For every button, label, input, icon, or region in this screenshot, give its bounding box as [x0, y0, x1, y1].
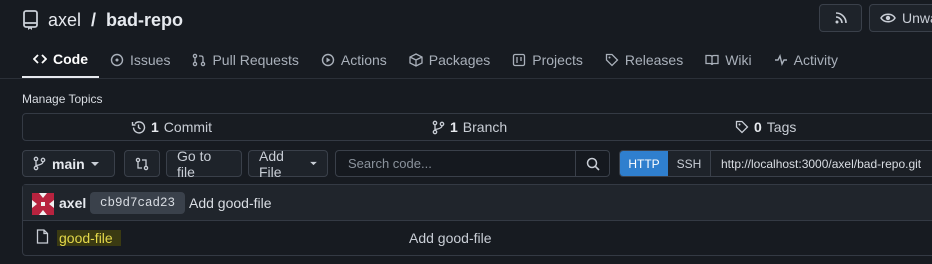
issue-icon	[110, 53, 124, 67]
chevron-down-icon	[310, 161, 317, 166]
eye-icon	[880, 11, 896, 25]
tab-issues[interactable]: Issues	[99, 42, 181, 78]
rss-feed-button[interactable]	[819, 4, 862, 32]
tags-count: 0	[754, 119, 762, 135]
package-icon	[409, 53, 423, 67]
book-icon	[705, 53, 719, 67]
add-file-button[interactable]: Add File	[248, 147, 328, 180]
branch-name: main	[52, 155, 85, 172]
branches-count: 1	[450, 119, 458, 135]
commits-label: Commit	[163, 119, 213, 135]
tab-releases[interactable]: Releases	[594, 42, 694, 78]
file-commit-message-link[interactable]: Add good-file	[409, 230, 492, 246]
file-name-link[interactable]: good-file	[57, 230, 121, 246]
tab-wiki-label: Wiki	[725, 52, 752, 68]
project-icon	[512, 53, 526, 67]
commit-message-link[interactable]: Add good-file	[189, 195, 272, 211]
branch-icon	[33, 156, 46, 171]
code-search	[335, 150, 610, 177]
tab-projects[interactable]: Projects	[501, 42, 594, 78]
commit-sha-badge[interactable]: cb9d7cad23	[90, 192, 186, 214]
unwatch-button[interactable]: Unwa	[869, 4, 932, 32]
tab-actions-label: Actions	[340, 52, 387, 68]
branches-label: Branch	[462, 119, 508, 135]
repo-stats-bar: 1 Commit 1 Branch 0 Tags	[22, 113, 932, 141]
commit-author-link[interactable]: axel	[59, 195, 86, 211]
tags-label: Tags	[766, 119, 797, 135]
tab-code[interactable]: Code	[22, 42, 99, 78]
tab-activity[interactable]: Activity	[763, 42, 849, 78]
go-to-file-button[interactable]: Go to file	[166, 147, 242, 180]
avatar[interactable]	[32, 193, 54, 215]
search-button[interactable]	[575, 151, 609, 176]
tags-stat[interactable]: 0 Tags	[735, 114, 796, 140]
compare-button[interactable]	[124, 150, 160, 177]
code-icon	[33, 52, 47, 66]
branches-stat[interactable]: 1 Branch	[432, 114, 507, 140]
go-to-file-label: Go to file	[177, 147, 212, 180]
commits-stat[interactable]: 1 Commit	[131, 114, 212, 140]
repo-icon	[22, 10, 40, 30]
repo-title: axel / bad-repo	[22, 6, 183, 34]
manage-topics-link[interactable]: Manage Topics	[22, 92, 103, 106]
history-icon	[131, 120, 146, 135]
repo-separator: /	[91, 9, 97, 30]
rss-icon	[834, 11, 848, 25]
unwatch-label: Unwa	[902, 10, 932, 26]
tab-code-label: Code	[53, 51, 88, 67]
pulse-icon	[774, 53, 788, 67]
tab-actions[interactable]: Actions	[310, 42, 398, 78]
pull-request-icon	[192, 53, 206, 67]
tab-issues-label: Issues	[130, 52, 171, 68]
file-table: axel cb9d7cad23 Add good-file good-file …	[22, 184, 932, 256]
clone-url-box: HTTP SSH http://localhost:3000/axel/bad-…	[619, 150, 932, 177]
tab-packages[interactable]: Packages	[398, 42, 501, 78]
tab-activity-label: Activity	[793, 52, 838, 68]
tab-pull-requests[interactable]: Pull Requests	[181, 42, 309, 78]
latest-commit-row: axel cb9d7cad23 Add good-file	[23, 185, 932, 221]
tab-projects-label: Projects	[532, 52, 583, 68]
clone-http-button[interactable]: HTTP	[620, 151, 668, 176]
branch-icon	[432, 120, 445, 135]
repo-name-link[interactable]: bad-repo	[106, 10, 183, 31]
commits-count: 1	[151, 119, 159, 135]
chevron-down-icon	[90, 161, 99, 167]
file-icon	[36, 229, 49, 244]
search-code-input[interactable]	[336, 151, 575, 176]
add-file-label: Add File	[259, 147, 284, 180]
tab-wiki[interactable]: Wiki	[694, 42, 762, 78]
compare-icon	[135, 157, 149, 171]
play-icon	[321, 53, 335, 67]
clone-ssh-button[interactable]: SSH	[668, 151, 711, 176]
branch-selector-button[interactable]: main	[22, 150, 115, 177]
tab-pull-requests-label: Pull Requests	[212, 52, 299, 68]
repo-owner-link[interactable]: axel	[48, 10, 81, 31]
tab-releases-label: Releases	[624, 52, 684, 68]
tag-icon	[605, 53, 619, 67]
search-icon	[586, 157, 600, 171]
tabs-divider	[0, 78, 932, 79]
clone-url-field[interactable]: http://localhost:3000/axel/bad-repo.git	[711, 151, 932, 176]
tag-icon	[735, 120, 749, 134]
repo-nav-tabs: Code Issues Pull Requests Actions Packag…	[22, 42, 849, 78]
tab-packages-label: Packages	[428, 52, 491, 68]
